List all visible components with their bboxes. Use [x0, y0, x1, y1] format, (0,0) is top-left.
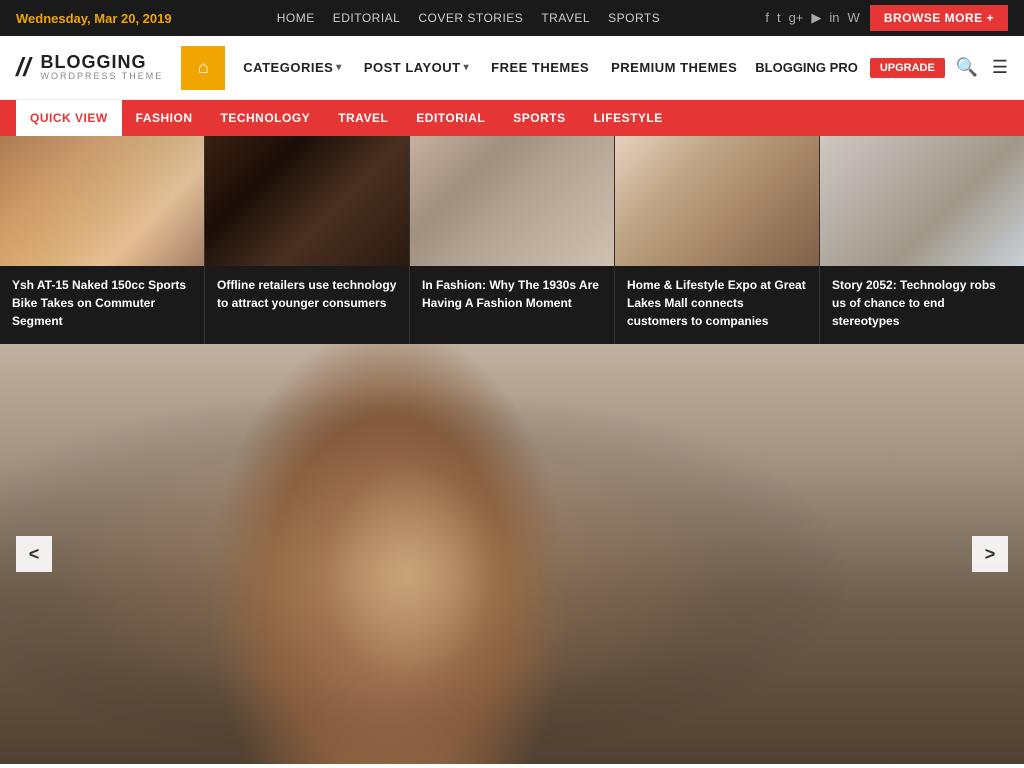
- logo-sub: WORDPRESS THEME: [40, 72, 163, 82]
- main-nav: // BLOGGING WORDPRESS THEME ⌂ CATEGORIES…: [0, 36, 1024, 100]
- article-grid: Ysh AT-15 Naked 150cc Sports Bike Takes …: [0, 136, 1024, 344]
- catbar-fashion[interactable]: FASHION: [122, 100, 207, 136]
- article-img-0: [0, 136, 204, 266]
- article-img-4: [820, 136, 1024, 266]
- wordpress-icon[interactable]: W: [848, 10, 860, 26]
- logo-text: BLOGGING WORDPRESS THEME: [40, 53, 163, 83]
- nav-blogging-pro[interactable]: BLOGGING PRO: [749, 60, 864, 75]
- top-nav-editorial[interactable]: EDITORIAL: [333, 11, 401, 25]
- nav-post-layout[interactable]: POST LAYOUT ▾: [354, 60, 479, 75]
- post-layout-arrow: ▾: [464, 62, 470, 73]
- home-button[interactable]: ⌂: [181, 46, 225, 90]
- article-img-3: [615, 136, 819, 266]
- catbar-lifestyle[interactable]: LIFESTYLE: [580, 100, 677, 136]
- logo-name: BLOGGING: [40, 53, 163, 73]
- browse-more-button[interactable]: BROWSE MORE +: [870, 5, 1008, 31]
- linkedin-icon[interactable]: in: [829, 10, 839, 26]
- youtube-icon[interactable]: ▶: [811, 10, 821, 26]
- nav-links: CATEGORIES ▾ POST LAYOUT ▾ FREE THEMES P…: [233, 58, 947, 78]
- slider-prev-button[interactable]: <: [16, 536, 52, 572]
- category-bar: QUICK VIEW FASHION TECHNOLOGY TRAVEL EDI…: [0, 100, 1024, 136]
- article-title-0: Ysh AT-15 Naked 150cc Sports Bike Takes …: [0, 266, 204, 344]
- article-card-4[interactable]: Story 2052: Technology robs us of chance…: [820, 136, 1024, 344]
- article-card-3[interactable]: Home & Lifestyle Expo at Great Lakes Mal…: [615, 136, 820, 344]
- search-icon[interactable]: 🔍: [955, 57, 977, 78]
- hero-overlay: [0, 344, 1024, 764]
- twitter-icon[interactable]: t: [777, 10, 781, 26]
- hero-slider: < >: [0, 344, 1024, 764]
- nav-free-themes[interactable]: FREE THEMES: [481, 60, 599, 75]
- article-card-0[interactable]: Ysh AT-15 Naked 150cc Sports Bike Takes …: [0, 136, 205, 344]
- article-img-1: [205, 136, 409, 266]
- nav-categories[interactable]: CATEGORIES ▾: [233, 60, 352, 75]
- catbar-quickview[interactable]: QUICK VIEW: [16, 100, 122, 136]
- top-nav-home[interactable]: HOME: [277, 11, 315, 25]
- facebook-icon[interactable]: f: [765, 10, 769, 26]
- article-title-2: In Fashion: Why The 1930s Are Having A F…: [410, 266, 614, 326]
- menu-icon[interactable]: ☰: [992, 57, 1008, 78]
- date-display: Wednesday, Mar 20, 2019: [16, 11, 172, 26]
- nav-premium-themes[interactable]: PREMIUM THEMES: [601, 60, 747, 75]
- nav-right-icons: 🔍 ☰: [955, 57, 1008, 78]
- logo-area: // BLOGGING WORDPRESS THEME: [16, 52, 163, 83]
- catbar-sports[interactable]: SPORTS: [499, 100, 579, 136]
- social-icons: f t g+ ▶ in W: [765, 10, 859, 26]
- top-nav-travel[interactable]: TRAVEL: [541, 11, 590, 25]
- upgrade-button[interactable]: UPGRADE: [870, 58, 945, 78]
- article-card-2[interactable]: In Fashion: Why The 1930s Are Having A F…: [410, 136, 615, 344]
- top-nav: HOME EDITORIAL COVER STORIES TRAVEL SPOR…: [277, 11, 661, 25]
- article-title-1: Offline retailers use technology to attr…: [205, 266, 409, 326]
- top-bar: Wednesday, Mar 20, 2019 HOME EDITORIAL C…: [0, 0, 1024, 36]
- top-nav-cover-stories[interactable]: COVER STORIES: [418, 11, 523, 25]
- slider-next-button[interactable]: >: [972, 536, 1008, 572]
- catbar-travel[interactable]: TRAVEL: [324, 100, 402, 136]
- categories-arrow: ▾: [336, 62, 342, 73]
- logo-icon: //: [16, 52, 30, 83]
- catbar-technology[interactable]: TECHNOLOGY: [207, 100, 325, 136]
- article-title-3: Home & Lifestyle Expo at Great Lakes Mal…: [615, 266, 819, 344]
- top-nav-sports[interactable]: SPORTS: [608, 11, 660, 25]
- google-icon[interactable]: g+: [789, 10, 804, 26]
- top-bar-right: f t g+ ▶ in W BROWSE MORE +: [765, 5, 1008, 31]
- catbar-editorial[interactable]: EDITORIAL: [402, 100, 499, 136]
- article-title-4: Story 2052: Technology robs us of chance…: [820, 266, 1024, 344]
- article-img-2: [410, 136, 614, 266]
- article-card-1[interactable]: Offline retailers use technology to attr…: [205, 136, 410, 344]
